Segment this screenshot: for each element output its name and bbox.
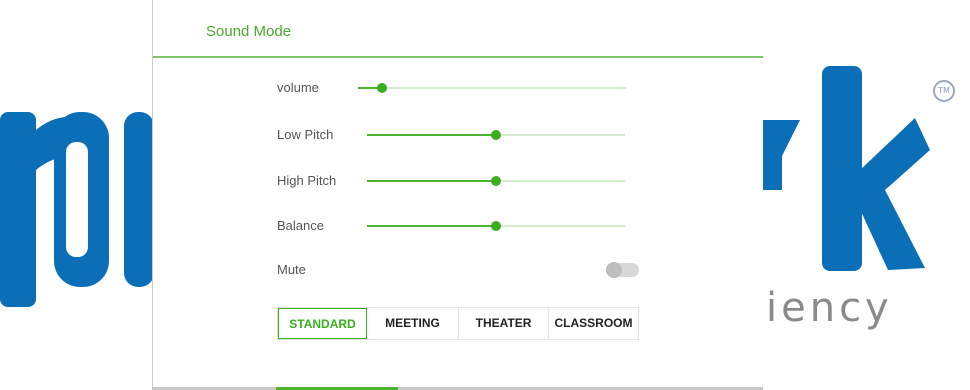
slider-track — [358, 87, 626, 89]
balance-slider[interactable] — [367, 221, 625, 231]
sound-mode-dialog: Sound Mode volume Low Pitch High Pitch B… — [152, 0, 763, 390]
balance-label: Balance — [277, 218, 324, 233]
volume-slider[interactable] — [358, 83, 626, 93]
slider-fill — [367, 180, 496, 182]
balance-row: Balance — [153, 216, 763, 236]
low-pitch-slider[interactable] — [367, 130, 625, 140]
mute-label: Mute — [277, 262, 306, 277]
low-pitch-row: Low Pitch — [153, 125, 763, 145]
mode-meeting-button[interactable]: MEETING — [367, 308, 459, 339]
sound-mode-selector: STANDARD MEETING THEATER CLASSROOM — [277, 307, 639, 340]
volume-row: volume — [153, 78, 763, 98]
slider-thumb[interactable] — [491, 176, 501, 186]
mode-theater-button[interactable]: THEATER — [459, 308, 549, 339]
mute-row: Mute — [153, 260, 763, 280]
high-pitch-label: High Pitch — [277, 173, 337, 188]
dialog-header: Sound Mode — [153, 0, 763, 58]
high-pitch-row: High Pitch — [153, 171, 763, 191]
volume-label: volume — [277, 80, 319, 95]
slider-thumb[interactable] — [377, 83, 388, 93]
toggle-knob — [606, 262, 622, 278]
low-pitch-label: Low Pitch — [277, 127, 334, 142]
slider-fill — [367, 225, 496, 227]
slider-thumb[interactable] — [491, 221, 501, 231]
mode-classroom-button[interactable]: CLASSROOM — [549, 308, 638, 339]
slider-thumb[interactable] — [491, 130, 501, 140]
mode-standard-button[interactable]: STANDARD — [278, 308, 367, 339]
dialog-title: Sound Mode — [206, 23, 292, 40]
slider-fill — [367, 134, 496, 136]
mute-toggle[interactable] — [606, 262, 639, 278]
high-pitch-slider[interactable] — [367, 176, 625, 186]
registered-mark-icon: TM — [933, 80, 955, 102]
